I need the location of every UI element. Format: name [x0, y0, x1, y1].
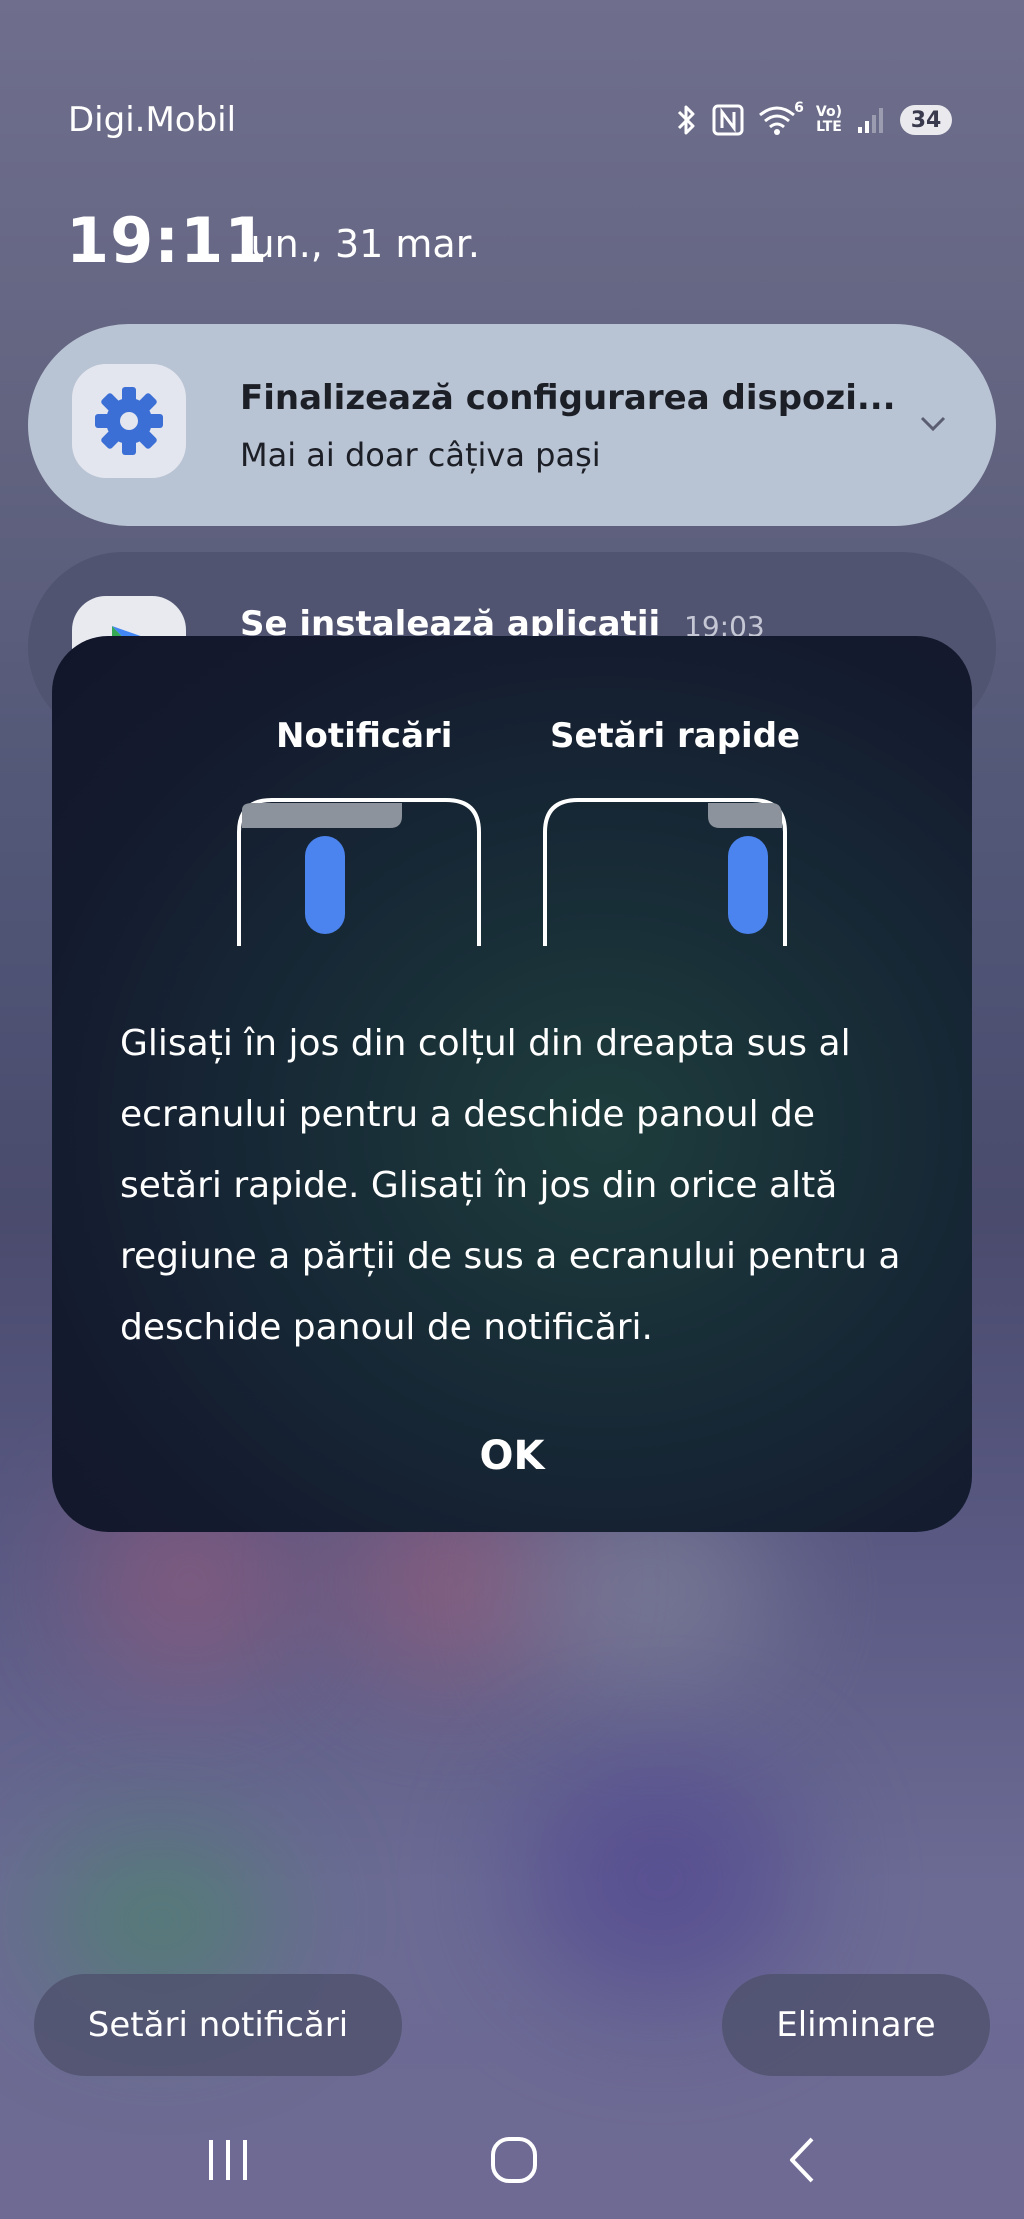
status-bar: Digi.Mobil 6 Vo) LTE 34 — [0, 0, 1024, 160]
wifi-generation-label: 6 — [794, 100, 804, 116]
clock-date: lun., 31 mar. — [240, 222, 480, 266]
gear-icon — [72, 364, 186, 478]
volte-icon: Vo) LTE — [816, 100, 842, 140]
wifi-icon: 6 — [758, 100, 804, 140]
background-blob-purple — [520, 1760, 800, 2000]
notification-setup[interactable]: Finalizează configurarea dispozi... Mai … — [28, 324, 996, 526]
home-icon[interactable] — [474, 2124, 554, 2196]
notification-title: Finalizează configurarea dispozi... — [240, 378, 896, 418]
label-notifications: Notificări — [276, 716, 453, 756]
navigation-bar — [0, 2100, 1024, 2219]
swipe-hint-dialog: Notificări Setări rapide Glisați în jos … — [52, 636, 972, 1532]
volte-label: Vo) — [815, 104, 842, 120]
phone-notifications-illustration — [237, 798, 481, 946]
phone-quick-settings-illustration — [543, 798, 787, 946]
bluetooth-icon — [676, 100, 698, 140]
label-quick-settings: Setări rapide — [550, 716, 801, 756]
chevron-down-icon[interactable] — [918, 408, 948, 442]
nfc-icon — [712, 100, 744, 140]
clock-time: 19:11 — [66, 204, 269, 277]
battery-icon: 34 — [900, 105, 952, 135]
ok-button[interactable]: OK — [412, 1416, 612, 1496]
notification-subtitle: Mai ai doar câțiva pași — [240, 436, 601, 474]
clear-button[interactable]: Eliminare — [722, 1974, 990, 2076]
notification-settings-button[interactable]: Setări notificări — [34, 1974, 402, 2076]
signal-icon — [856, 100, 886, 140]
back-icon[interactable] — [762, 2124, 842, 2196]
carrier-name: Digi.Mobil — [68, 100, 237, 140]
status-icons: 6 Vo) LTE 34 — [676, 100, 952, 140]
lte-label: LTE — [816, 119, 842, 135]
dialog-message: Glisați în jos din colțul din dreapta su… — [120, 1023, 901, 1348]
recents-icon[interactable] — [188, 2124, 268, 2196]
